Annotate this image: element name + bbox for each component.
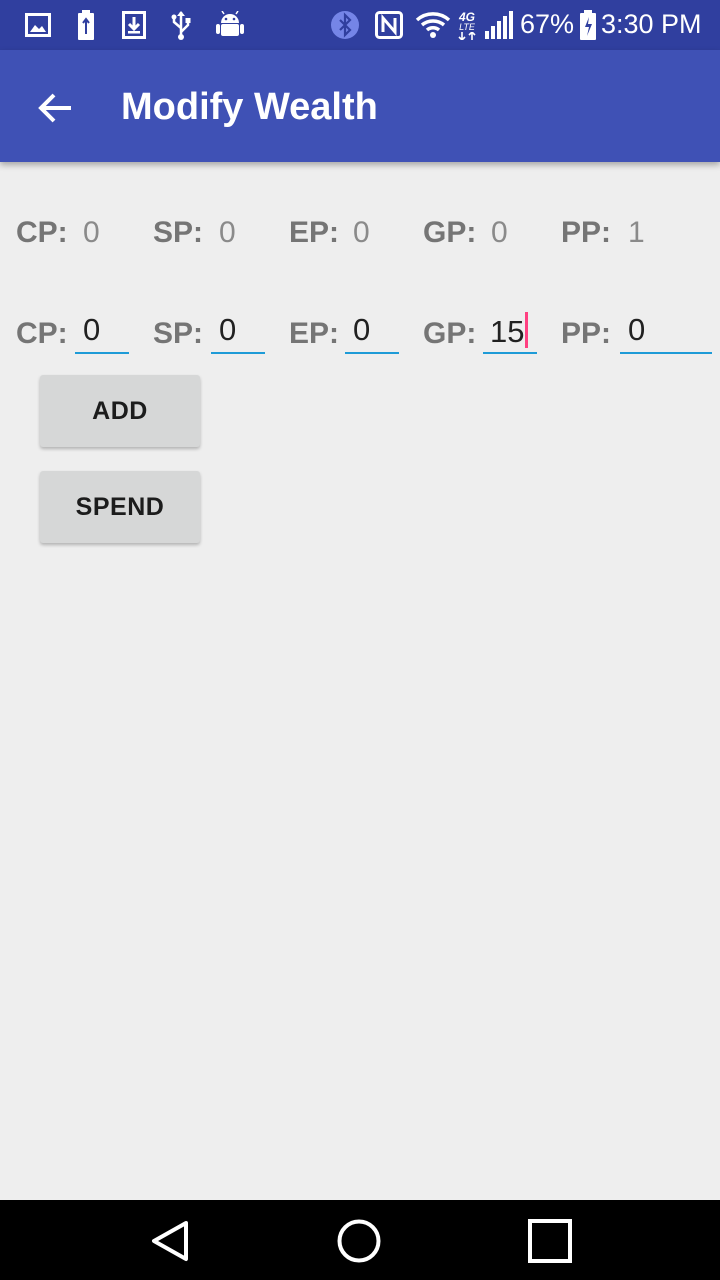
cp-value: 0 [83, 216, 100, 249]
gp-input-label: GP: [423, 317, 477, 350]
cp-input-label: CP: [16, 317, 68, 350]
app-bar: Modify Wealth [0, 50, 720, 162]
network-label: 4G [458, 9, 475, 24]
battery-percent: 67% [520, 9, 575, 39]
text-cursor [525, 312, 529, 348]
nav-home-button[interactable] [329, 1214, 389, 1268]
pp-input-value: 0 [628, 312, 646, 347]
sp-input[interactable]: 0 [211, 310, 265, 354]
pp-input[interactable]: 0 [620, 310, 712, 354]
wifi-icon [415, 10, 451, 40]
battery-icon [578, 10, 598, 40]
battery-saver-icon [76, 10, 96, 40]
usb-icon [170, 10, 192, 40]
sp-input-value: 0 [219, 312, 237, 347]
home-circle-icon [337, 1219, 381, 1263]
navigation-bar [0, 1200, 720, 1280]
back-button[interactable] [28, 80, 84, 136]
cp-label: CP: [16, 216, 68, 249]
pp-value: 1 [628, 216, 645, 249]
nfc-icon [374, 10, 404, 40]
ep-label: EP: [289, 216, 340, 249]
android-icon [215, 10, 245, 40]
status-bar: 4G LTE 67% 3:30 PM [0, 0, 720, 50]
nav-recents-button[interactable] [520, 1214, 580, 1268]
sp-label: SP: [153, 216, 204, 249]
bluetooth-icon [330, 10, 360, 40]
signal-icon [483, 10, 515, 40]
gp-input[interactable]: 15 [483, 310, 537, 354]
lte-icon: 4G LTE [455, 10, 479, 40]
ep-input[interactable]: 0 [345, 310, 399, 354]
gp-value: 0 [491, 216, 508, 249]
ep-value: 0 [353, 216, 370, 249]
cp-input-value: 0 [83, 312, 101, 347]
page-title: Modify Wealth [121, 86, 378, 128]
ep-input-value: 0 [353, 312, 371, 347]
sp-input-label: SP: [153, 317, 204, 350]
recents-square-icon [528, 1219, 572, 1263]
cp-input[interactable]: 0 [75, 310, 129, 354]
pp-label: PP: [561, 216, 612, 249]
back-triangle-icon [152, 1221, 188, 1261]
gp-input-value: 15 [490, 314, 525, 349]
ep-input-label: EP: [289, 317, 340, 350]
gp-label: GP: [423, 216, 477, 249]
sp-value: 0 [219, 216, 236, 249]
gallery-icon [24, 10, 52, 40]
add-button[interactable]: ADD [40, 375, 200, 447]
nav-back-button[interactable] [140, 1214, 200, 1268]
download-icon [122, 10, 146, 40]
clock: 3:30 PM [601, 9, 702, 39]
spend-button[interactable]: SPEND [40, 471, 200, 543]
arrow-back-icon [38, 93, 71, 123]
pp-input-label: PP: [561, 317, 612, 350]
